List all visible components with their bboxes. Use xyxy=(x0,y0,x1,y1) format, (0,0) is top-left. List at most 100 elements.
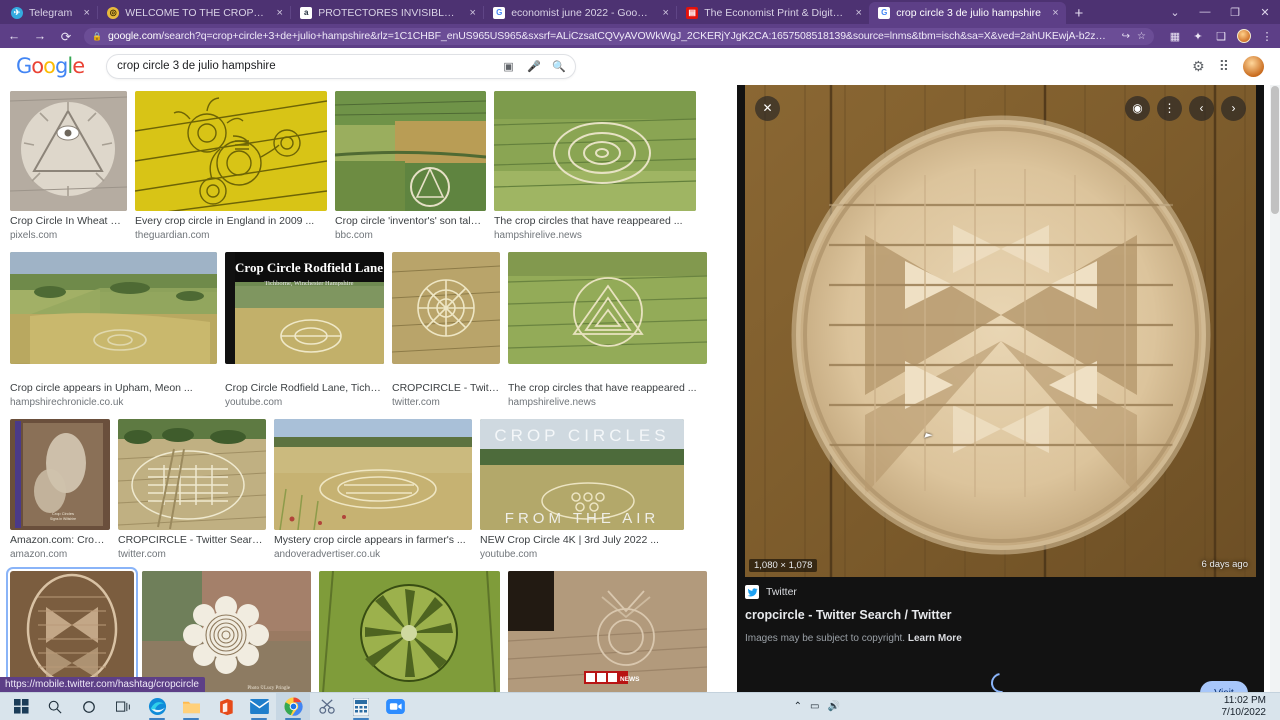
kebab-menu-icon[interactable]: ⋮ xyxy=(1157,95,1182,121)
result-thumbnail[interactable] xyxy=(135,91,327,211)
star-icon[interactable]: ☆ xyxy=(1137,31,1146,42)
result-thumbnail[interactable] xyxy=(508,252,707,364)
address-bar[interactable]: 🔒 google.com/search?q=crop+circle+3+de+j… xyxy=(84,27,1154,45)
tab-telegram[interactable]: ✈ Telegram × xyxy=(2,2,97,24)
network-icon[interactable]: ▭ xyxy=(810,701,819,712)
tab-protectores-invisibles[interactable]: a PROTECTORES INVISIBLES (Spani × xyxy=(291,2,483,24)
result-card[interactable]: CROPCIRCLE - Twitter Sear... twitter.com xyxy=(392,252,500,409)
result-card[interactable]: Crop Circles Signs in Wiltshire Amazon.c… xyxy=(10,419,110,561)
result-card[interactable]: Crop circle 'inventor's' son talks ... b… xyxy=(335,91,486,242)
zoom-icon[interactable] xyxy=(378,693,412,720)
page-scrollbar[interactable] xyxy=(1270,85,1280,697)
result-thumbnail[interactable] xyxy=(319,571,500,693)
file-explorer-icon[interactable] xyxy=(174,693,208,720)
puzzle-extension-icon[interactable]: ✦ xyxy=(1191,30,1205,43)
google-lens-icon[interactable]: ◉ xyxy=(1125,95,1150,121)
result-thumbnail[interactable] xyxy=(10,91,127,211)
crop-circle-art xyxy=(319,571,500,693)
close-window-icon[interactable]: ✕ xyxy=(1250,0,1280,24)
result-thumbnail[interactable] xyxy=(335,91,486,211)
edge-icon[interactable] xyxy=(140,693,174,720)
result-card[interactable]: Every crop circle in England in 2009 ...… xyxy=(135,91,327,242)
result-card-selected[interactable] xyxy=(6,567,138,697)
calculator-icon[interactable] xyxy=(344,693,378,720)
result-card[interactable]: Photo ©Lucy Pringle xyxy=(142,571,311,693)
reading-list-icon[interactable]: ❑ xyxy=(1214,30,1228,43)
chrome-icon[interactable] xyxy=(276,692,310,720)
result-card[interactable]: The crop circles that have reappeared ..… xyxy=(508,252,707,409)
apps-grid-icon[interactable]: ⠿ xyxy=(1219,58,1229,75)
result-card[interactable] xyxy=(319,571,500,693)
gear-icon[interactable]: ⚙ xyxy=(1192,58,1205,75)
source-name: Twitter xyxy=(766,586,797,598)
result-thumbnail[interactable] xyxy=(494,91,696,211)
reload-button[interactable]: ⟳ xyxy=(58,29,74,44)
maximize-icon[interactable]: ❐ xyxy=(1220,0,1250,24)
tab-crop-circle-hampshire[interactable]: G crop circle 3 de julio hampshire × xyxy=(869,2,1066,24)
result-thumbnail[interactable] xyxy=(6,567,138,697)
result-thumbnail[interactable]: CROP CIRCLES FROM THE AIR xyxy=(480,419,684,530)
new-tab-button[interactable]: + xyxy=(1066,2,1092,24)
start-icon[interactable] xyxy=(4,693,38,720)
taskbar-clock[interactable]: 11:02 PM 7/10/2022 xyxy=(1221,695,1276,719)
search-icon[interactable]: 🔍 xyxy=(552,60,566,73)
tab-close-icon[interactable]: × xyxy=(466,7,479,19)
minimize-icon[interactable]: — xyxy=(1190,0,1220,24)
result-card[interactable]: Crop Circle Rodfield Lane Tichborne, Win… xyxy=(225,252,384,409)
results-row: Photo ©Lucy Pringle NEWS xyxy=(6,567,729,697)
tab-close-icon[interactable]: × xyxy=(852,7,865,19)
result-card[interactable]: Crop circle appears in Upham, Meon ... h… xyxy=(10,252,217,409)
result-card[interactable]: NEWS xyxy=(508,571,707,693)
chart-extension-icon[interactable]: ▦ xyxy=(1168,30,1182,43)
volume-icon[interactable]: 🔊 xyxy=(827,701,839,712)
forward-button[interactable]: → xyxy=(32,29,48,43)
result-thumbnail[interactable] xyxy=(118,419,266,530)
next-image-button[interactable]: › xyxy=(1221,95,1246,121)
result-thumbnail[interactable]: Crop Circle Rodfield Lane Tichborne, Win… xyxy=(225,252,384,364)
previous-image-button[interactable]: ‹ xyxy=(1189,95,1214,121)
result-thumbnail[interactable]: Crop Circles Signs in Wiltshire xyxy=(10,419,110,530)
search-box[interactable]: crop circle 3 de julio hampshire ▣ 🎤 🔍 xyxy=(106,53,577,79)
viewer-image[interactable] xyxy=(745,85,1256,577)
learn-more-link[interactable]: Learn More xyxy=(908,633,962,644)
tray-overflow-icon[interactable]: ⌃ xyxy=(794,701,802,712)
microphone-icon[interactable]: 🎤 xyxy=(527,60,541,73)
tab-economist-subscription[interactable]: ▤ The Economist Print & Digital Su × xyxy=(677,2,869,24)
account-avatar[interactable] xyxy=(1243,55,1264,77)
result-card[interactable]: CROP CIRCLES FROM THE AIR NEW Crop Circl… xyxy=(480,419,684,561)
google-logo[interactable]: Google xyxy=(16,54,85,78)
image-results-grid: Crop Circle In Wheat Field, Hi... pixels… xyxy=(0,85,737,697)
camera-icon[interactable]: ▣ xyxy=(502,60,515,73)
close-icon[interactable]: ✕ xyxy=(755,95,780,121)
result-card[interactable]: Mystery crop circle appears in farmer's … xyxy=(274,419,472,561)
office-icon[interactable] xyxy=(208,693,242,720)
result-thumbnail[interactable]: Photo ©Lucy Pringle xyxy=(142,571,311,693)
mail-icon[interactable] xyxy=(242,693,276,720)
tab-close-icon[interactable]: × xyxy=(80,7,93,19)
result-card[interactable]: The crop circles that have reappeared ..… xyxy=(494,91,696,242)
result-card[interactable]: Crop Circle In Wheat Field, Hi... pixels… xyxy=(10,91,127,242)
search-input[interactable]: crop circle 3 de julio hampshire xyxy=(117,60,490,72)
result-thumbnail[interactable] xyxy=(10,252,217,364)
tab-welcome-crop-circle[interactable]: ◎ WELCOME TO THE CROP CIRCLE × xyxy=(98,2,290,24)
source-line[interactable]: Twitter xyxy=(745,585,1256,599)
back-button[interactable]: ← xyxy=(6,29,22,43)
task-view-icon[interactable] xyxy=(106,693,140,720)
tab-close-icon[interactable]: × xyxy=(659,7,672,19)
result-thumbnail[interactable] xyxy=(274,419,472,530)
image-title[interactable]: cropcircle - Twitter Search / Twitter xyxy=(745,608,1256,622)
result-thumbnail[interactable]: NEWS xyxy=(508,571,707,693)
chevron-down-icon[interactable]: ⌄ xyxy=(1160,0,1190,24)
snip-sketch-icon[interactable] xyxy=(310,693,344,720)
tab-close-icon[interactable]: × xyxy=(273,7,286,19)
tab-close-icon[interactable]: × xyxy=(1049,7,1062,19)
scrollbar-thumb[interactable] xyxy=(1271,86,1279,214)
tab-economist-search[interactable]: G economist june 2022 - Google Se × xyxy=(484,2,676,24)
profile-avatar[interactable] xyxy=(1237,29,1251,43)
share-icon[interactable]: ↪ xyxy=(1122,31,1130,42)
result-card[interactable]: CROPCIRCLE - Twitter Search / Twitter tw… xyxy=(118,419,266,561)
browser-menu-icon[interactable]: ⋮ xyxy=(1260,30,1274,43)
result-thumbnail[interactable] xyxy=(392,252,500,364)
search-icon[interactable] xyxy=(38,693,72,720)
cortana-icon[interactable] xyxy=(72,693,106,720)
